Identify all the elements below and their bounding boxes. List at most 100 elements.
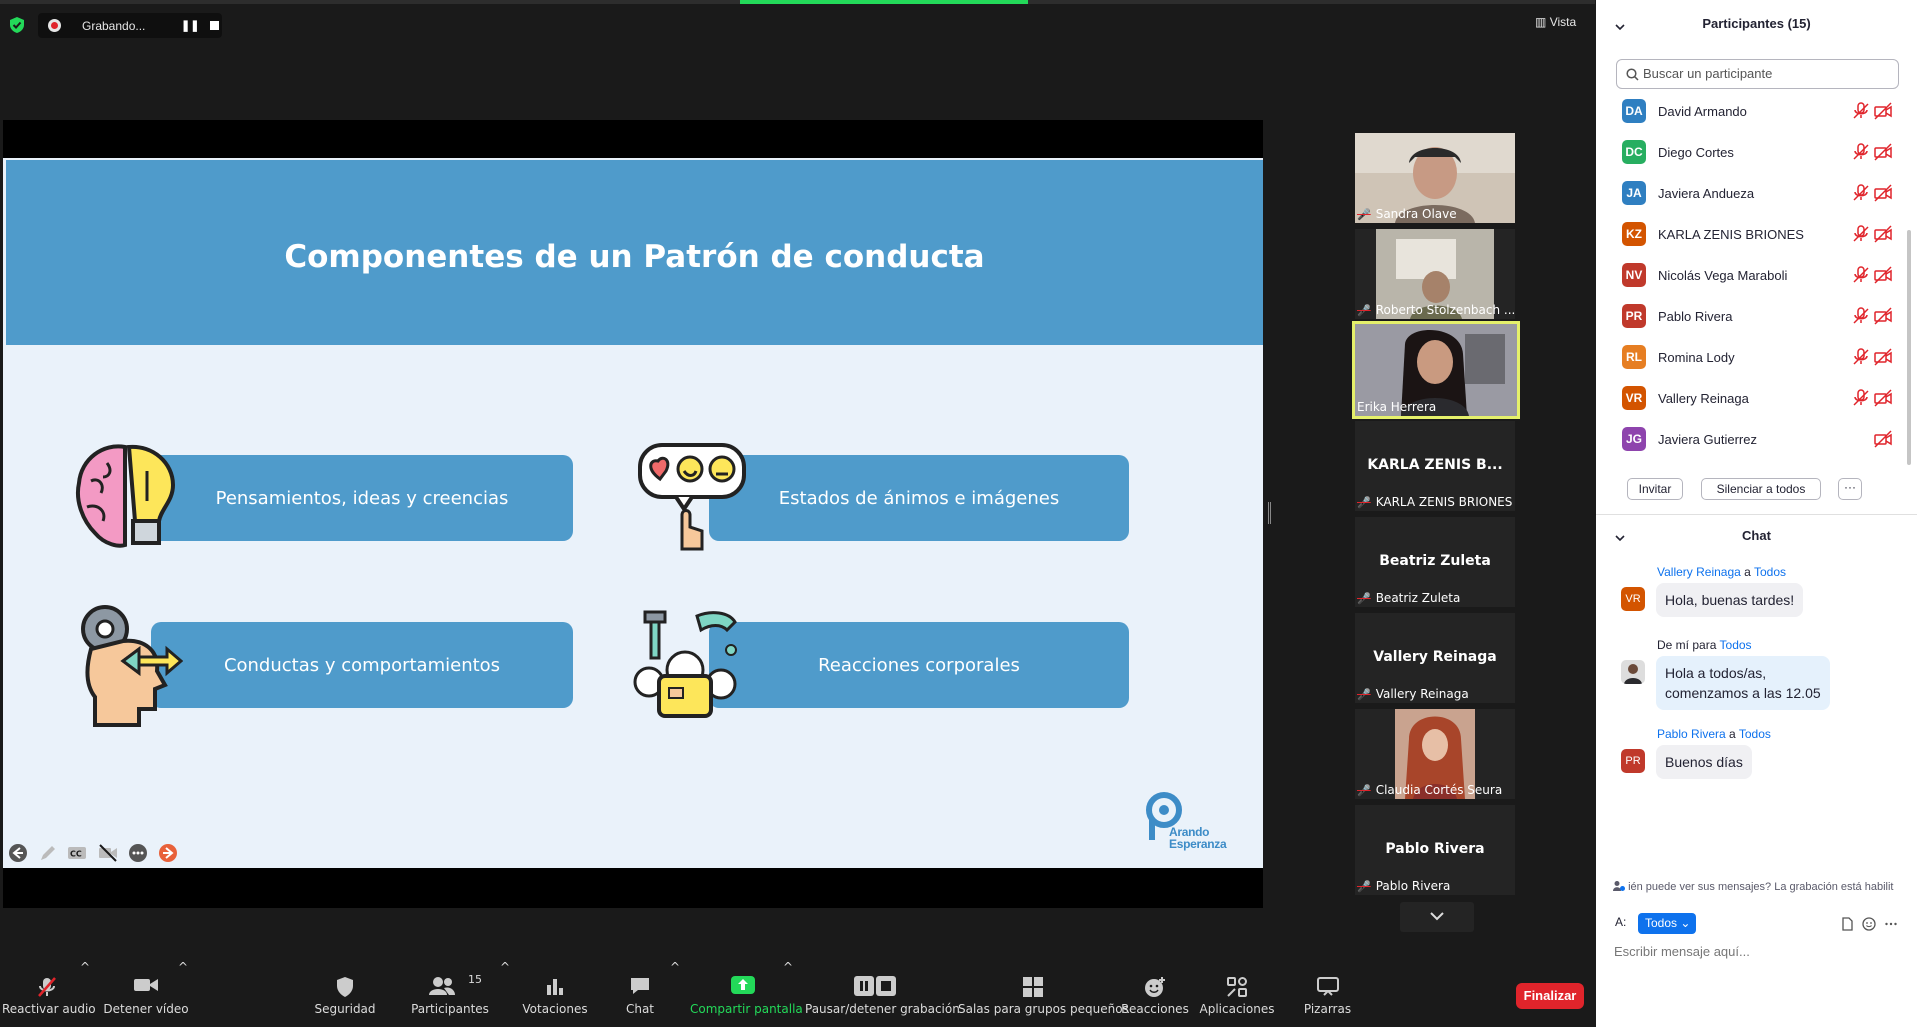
participant-row[interactable]: JA Javiera Andueza — [1596, 176, 1906, 217]
muted-mic-icon: 🎤 — [1357, 207, 1371, 221]
chat-more-icon[interactable] — [1884, 917, 1898, 931]
video-off-icon[interactable] — [1874, 348, 1892, 366]
mute-all-button[interactable]: Silenciar a todos — [1701, 478, 1821, 500]
participants-button[interactable]: 15 Participantes — [410, 960, 490, 1027]
video-off-icon[interactable] — [1874, 225, 1892, 243]
recording-indicator: Grabando... ❚❚ — [38, 13, 222, 38]
pause-stop-recording-button[interactable]: Pausar/detener grabación — [805, 960, 960, 1027]
share-screen-icon — [730, 976, 755, 994]
message-header: De mí para Todos — [1657, 638, 1752, 652]
video-tile[interactable]: 🎤 Sandra Olave — [1355, 133, 1515, 223]
muted-mic-icon[interactable] — [1852, 389, 1870, 407]
more-options-icon[interactable] — [128, 843, 148, 863]
slide-title: Componentes de un Patrón de conducta — [284, 239, 985, 275]
chat-options-caret[interactable]: ^ — [670, 960, 680, 1027]
participant-name: Javiera Andueza — [1658, 186, 1755, 201]
participant-name: Romina Lody — [1658, 350, 1735, 365]
video-tile[interactable]: Vallery Reinaga 🎤 Vallery Reinaga — [1355, 613, 1515, 703]
video-off-icon[interactable] — [1874, 307, 1892, 325]
participant-row[interactable]: KZ KARLA ZENIS BRIONES — [1596, 217, 1906, 258]
share-screen-button[interactable]: Compartir pantalla — [690, 960, 803, 1027]
chat-panel-title: Chat — [1742, 528, 1771, 543]
video-off-icon[interactable] — [1874, 102, 1892, 120]
video-tile[interactable]: 🎤 Roberto Stolzenbach ... — [1355, 229, 1515, 319]
participants-panel-title: Participantes (15) — [1702, 16, 1811, 31]
emoji-icon[interactable] — [1862, 917, 1876, 931]
slide-item-moods: Estados de ánimos e imágenes — [709, 455, 1129, 541]
share-options-caret[interactable]: ^ — [783, 960, 793, 1027]
muted-mic-icon[interactable] — [1852, 266, 1870, 284]
chat-message-input[interactable] — [1614, 944, 1904, 959]
whiteboards-button[interactable]: Pizarras — [1290, 960, 1365, 1027]
video-tile[interactable]: Pablo Rivera 🎤 Pablo Rivera — [1355, 805, 1515, 895]
chat-recipient-label: A: — [1615, 915, 1627, 929]
muted-mic-icon[interactable] — [1852, 143, 1870, 161]
polls-button[interactable]: Votaciones — [515, 960, 595, 1027]
previous-slide-icon[interactable] — [8, 843, 28, 863]
search-input[interactable] — [1643, 66, 1893, 81]
captions-icon[interactable]: CC — [67, 843, 87, 863]
participant-row[interactable]: DA David Armando — [1596, 94, 1906, 135]
tile-label: 🎤 Roberto Stolzenbach ... — [1357, 303, 1515, 317]
view-label: Vista — [1549, 15, 1577, 29]
active-speaker-tile[interactable]: Erika Herrera — [1352, 321, 1520, 419]
stop-recording-icon[interactable] — [210, 21, 219, 30]
muted-mic-icon[interactable] — [1852, 307, 1870, 325]
security-button[interactable]: Seguridad — [305, 960, 385, 1027]
muted-mic-icon[interactable] — [1852, 225, 1870, 243]
chat-privacy-notice[interactable]: ién puede ver sus mensajes? La grabación… — [1613, 880, 1913, 893]
breakout-rooms-button[interactable]: Salas para grupos pequeños — [958, 960, 1129, 1027]
participant-avatar: VR — [1622, 386, 1646, 410]
participants-count: 15 — [468, 973, 482, 986]
unmute-audio-button[interactable]: Reactivar audio — [2, 960, 96, 1027]
participant-row[interactable]: VR Vallery Reinaga — [1596, 381, 1906, 422]
participant-row[interactable]: NV Nicolás Vega Maraboli — [1596, 258, 1906, 299]
video-tile[interactable]: 🎤 Claudia Cortés Seura — [1355, 709, 1515, 799]
tile-name-large: Vallery Reinaga — [1373, 649, 1497, 665]
apps-button[interactable]: Aplicaciones — [1197, 960, 1277, 1027]
muted-mic-icon[interactable] — [1852, 184, 1870, 202]
tile-name-large: Pablo Rivera — [1385, 841, 1485, 857]
next-slide-icon[interactable] — [158, 843, 178, 863]
reactions-button[interactable]: Reacciones — [1120, 960, 1190, 1027]
participants-options-caret[interactable]: ^ — [500, 960, 510, 1027]
tile-label: 🎤 Claudia Cortés Seura — [1357, 783, 1503, 797]
video-off-icon[interactable] — [1874, 430, 1892, 448]
participant-row[interactable]: JG Javiera Gutierrez — [1596, 422, 1906, 463]
people-info-icon — [1613, 881, 1625, 891]
pen-annotate-icon[interactable] — [38, 843, 58, 863]
participants-scrollbar[interactable] — [1906, 80, 1912, 465]
video-off-icon[interactable] — [1874, 184, 1892, 202]
muted-mic-icon: 🎤 — [1357, 303, 1371, 317]
invite-button[interactable]: Invitar — [1627, 478, 1683, 500]
smiley-plus-icon — [1145, 977, 1165, 997]
video-tile[interactable]: KARLA ZENIS B... 🎤 KARLA ZENIS BRIONES — [1355, 421, 1515, 511]
panel-splitter-handle[interactable] — [1268, 502, 1271, 524]
chat-button[interactable]: Chat — [610, 960, 670, 1027]
video-off-icon[interactable] — [98, 843, 118, 863]
participant-list: DA David Armando DC Diego Cortes JA Javiera… — [1596, 94, 1906, 463]
file-attach-icon[interactable] — [1840, 917, 1854, 931]
video-options-caret[interactable]: ^ — [178, 960, 188, 1027]
muted-mic-icon[interactable] — [1852, 102, 1870, 120]
participant-row[interactable]: RL Romina Lody — [1596, 340, 1906, 381]
video-off-icon[interactable] — [1874, 266, 1892, 284]
view-button[interactable]: ▥ Vista — [1535, 15, 1576, 29]
gallery-scroll-down-button[interactable] — [1400, 902, 1474, 932]
participant-search[interactable] — [1616, 59, 1899, 89]
audio-options-caret[interactable]: ^ — [80, 960, 90, 1027]
muted-mic-icon[interactable] — [1852, 348, 1870, 366]
participants-more-button[interactable]: ··· — [1838, 478, 1862, 500]
chat-recipient-dropdown[interactable]: Todos ⌄ — [1638, 913, 1696, 934]
encryption-shield-icon[interactable] — [8, 16, 26, 34]
video-off-icon[interactable] — [1874, 389, 1892, 407]
pause-recording-icon[interactable]: ❚❚ — [181, 19, 199, 32]
video-tile[interactable]: Beatriz Zuleta 🎤 Beatriz Zuleta — [1355, 517, 1515, 607]
video-off-icon[interactable] — [1874, 143, 1892, 161]
head-gear-icon — [81, 605, 183, 727]
end-meeting-button[interactable]: Finalizar — [1516, 983, 1584, 1009]
whiteboard-icon — [1316, 977, 1339, 996]
participant-row[interactable]: DC Diego Cortes — [1596, 135, 1906, 176]
meeting-toolbar: Reactivar audio ^ Detener vídeo ^ Seguri… — [0, 960, 1595, 1027]
participant-row[interactable]: PR Pablo Rivera — [1596, 299, 1906, 340]
